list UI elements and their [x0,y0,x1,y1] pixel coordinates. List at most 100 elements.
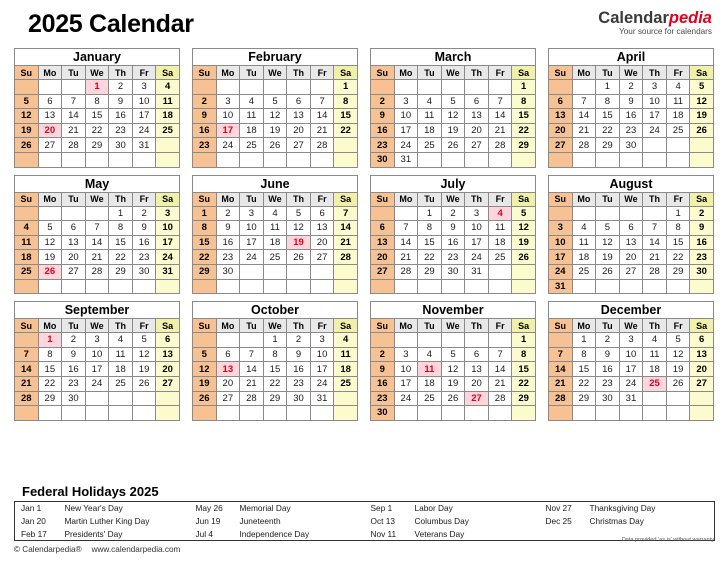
day-cell[interactable]: 15 [665,234,691,251]
day-cell[interactable]: 28 [487,137,513,153]
day-cell[interactable]: 20 [309,234,335,251]
day-cell[interactable]: 3 [131,79,157,95]
day-cell[interactable]: 3 [393,346,419,363]
day-cell[interactable]: 20 [464,122,489,139]
day-cell[interactable]: 13 [618,234,644,251]
day-cell[interactable]: 11 [487,220,513,236]
day-cell[interactable]: 19 [440,122,466,139]
day-cell[interactable]: 14 [239,361,264,377]
day-cell[interactable]: 11 [155,93,180,110]
website-link[interactable]: www.calendarpedia.com [92,545,181,554]
day-cell[interactable]: 3 [548,220,573,236]
day-cell[interactable]: 25 [155,122,180,139]
day-cell[interactable]: 8 [511,346,536,363]
day-cell[interactable]: 4 [417,93,442,110]
day-cell[interactable]: 1 [192,205,217,222]
day-cell[interactable]: 30 [61,390,86,407]
day-cell[interactable]: 28 [642,263,667,280]
day-cell[interactable]: 15 [511,361,536,377]
day-cell[interactable]: 29 [37,390,63,407]
day-cell[interactable]: 5 [440,93,466,110]
day-cell[interactable]: 10 [84,346,110,363]
day-cell[interactable]: 16 [440,234,466,251]
day-cell[interactable]: 30 [131,263,157,280]
day-cell[interactable]: 23 [61,375,86,392]
day-cell[interactable]: 14 [571,108,597,124]
day-cell[interactable]: 11 [14,234,39,251]
day-cell[interactable]: 14 [333,220,358,236]
day-cell[interactable]: 12 [37,234,63,251]
day-cell[interactable]: 14 [393,234,419,251]
day-cell[interactable]: 8 [108,220,133,236]
day-cell[interactable]: 7 [393,220,419,236]
day-cell[interactable]: 10 [642,93,667,110]
day-cell[interactable]: 25 [642,375,667,392]
day-cell[interactable]: 6 [464,93,489,110]
day-cell[interactable]: 11 [262,220,288,236]
day-cell[interactable]: 30 [108,137,133,153]
day-cell[interactable]: 16 [131,234,157,251]
day-cell[interactable]: 6 [464,346,489,363]
day-cell[interactable]: 6 [548,93,573,110]
day-cell[interactable]: 7 [571,93,597,110]
day-cell[interactable]: 12 [262,108,288,124]
day-cell[interactable]: 20 [370,249,395,265]
day-cell[interactable]: 9 [370,361,395,377]
day-cell[interactable]: 8 [417,220,442,236]
day-cell[interactable]: 9 [370,108,395,124]
calendarpedia-logo[interactable]: Calendarpedia Your source for calendars [598,9,712,37]
day-cell[interactable]: 24 [131,122,157,139]
day-cell[interactable]: 17 [642,108,667,124]
day-cell[interactable]: 10 [155,220,180,236]
day-cell[interactable]: 27 [155,375,180,392]
day-cell[interactable]: 27 [370,263,395,280]
day-cell[interactable]: 13 [548,108,573,124]
day-cell[interactable]: 7 [309,93,335,110]
day-cell[interactable]: 3 [155,205,180,222]
day-cell[interactable]: 4 [487,205,513,222]
day-cell[interactable]: 26 [511,249,536,265]
day-cell[interactable]: 10 [464,220,489,236]
day-cell[interactable]: 29 [665,263,691,280]
day-cell[interactable]: 19 [192,375,217,392]
day-cell[interactable]: 8 [595,93,620,110]
day-cell[interactable]: 27 [37,137,63,153]
day-cell[interactable]: 23 [131,249,157,265]
day-cell[interactable]: 1 [571,332,597,348]
day-cell[interactable]: 19 [131,361,157,377]
day-cell[interactable]: 23 [689,249,714,265]
day-cell[interactable]: 22 [511,122,536,139]
day-cell[interactable]: 4 [333,332,358,348]
day-cell[interactable]: 12 [440,108,466,124]
day-cell[interactable]: 5 [689,79,714,95]
day-cell[interactable]: 23 [370,137,395,153]
day-cell[interactable]: 15 [108,234,133,251]
day-cell[interactable]: 10 [215,108,241,124]
day-cell[interactable]: 19 [262,122,288,139]
day-cell[interactable]: 25 [14,263,39,280]
day-cell[interactable]: 22 [417,249,442,265]
day-cell[interactable]: 25 [417,390,442,407]
day-cell[interactable]: 21 [487,375,513,392]
day-cell[interactable]: 26 [37,263,63,280]
day-cell[interactable]: 11 [642,346,667,363]
day-cell[interactable]: 15 [37,361,63,377]
day-cell[interactable]: 1 [262,332,288,348]
day-cell[interactable]: 6 [215,346,241,363]
day-cell[interactable]: 27 [464,137,489,153]
day-cell[interactable]: 10 [131,93,157,110]
day-cell[interactable]: 14 [84,234,110,251]
day-cell[interactable]: 29 [511,390,536,407]
day-cell[interactable]: 23 [370,390,395,407]
day-cell[interactable]: 12 [192,361,217,377]
day-cell[interactable]: 3 [215,93,241,110]
day-cell[interactable]: 1 [108,205,133,222]
day-cell[interactable]: 10 [393,361,419,377]
day-cell[interactable]: 31 [155,263,180,280]
day-cell[interactable]: 1 [84,79,110,95]
day-cell[interactable]: 11 [571,234,597,251]
day-cell[interactable]: 21 [571,122,597,139]
day-cell[interactable]: 7 [239,346,264,363]
day-cell[interactable]: 21 [14,375,39,392]
day-cell[interactable]: 25 [665,122,691,139]
